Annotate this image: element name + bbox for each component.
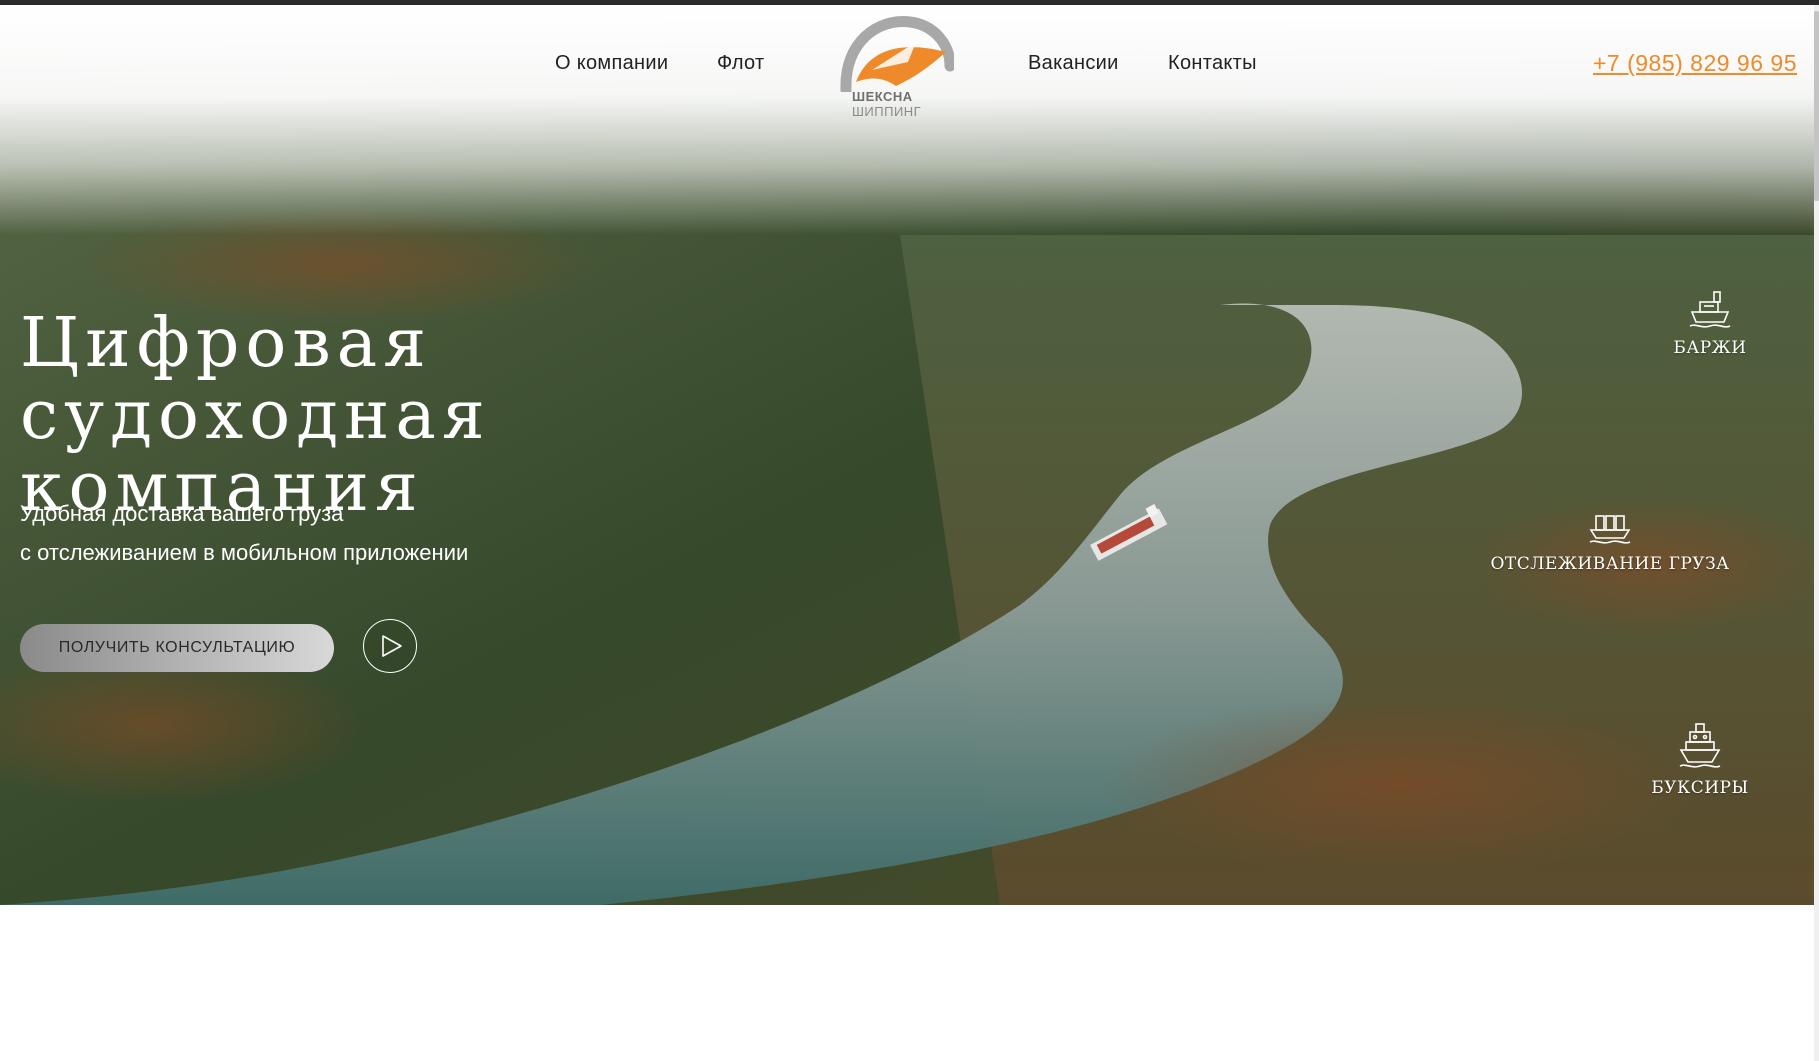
play-video-button[interactable]: [363, 619, 417, 673]
logo-arc-icon: [840, 16, 956, 96]
service-cargo-tracking-label: ОТСЛЕЖИВАНИЕ ГРУЗА: [1490, 554, 1730, 574]
scrollbar-track[interactable]: [1814, 5, 1819, 1061]
hero-title: Цифровая судоходная компания: [20, 308, 920, 524]
barge-icon: [1689, 291, 1731, 328]
service-barges[interactable]: БАРЖИ: [1660, 288, 1760, 358]
scrollbar-thumb[interactable]: [1814, 11, 1819, 201]
hero-subtitle-line2: с отслеживанием в мобильном приложении: [20, 540, 469, 565]
consultation-button[interactable]: ПОЛУЧИТЬ КОНСУЛЬТАЦИЮ: [20, 624, 334, 672]
nav-vacancies[interactable]: Вакансии: [1028, 52, 1119, 75]
company-logo[interactable]: ШЕКСНА ШИППИНГ: [838, 12, 956, 122]
play-icon: [382, 635, 402, 657]
service-cargo-tracking[interactable]: ОТСЛЕЖИВАНИЕ ГРУЗА: [1490, 510, 1730, 574]
hero-subtitle-line1: Удобная доставка вашего груза: [20, 501, 344, 526]
service-tugboats[interactable]: БУКСИРЫ: [1640, 722, 1760, 798]
hero-title-line1: Цифровая судоходная: [20, 304, 491, 455]
phone-link[interactable]: +7 (985) 829 96 95: [1593, 50, 1797, 77]
nav-about[interactable]: О компании: [555, 52, 668, 75]
hero-subtitle: Удобная доставка вашего груза с отслежив…: [20, 494, 620, 572]
service-barges-label: БАРЖИ: [1673, 338, 1747, 358]
service-tugboats-label: БУКСИРЫ: [1651, 778, 1749, 798]
logo-text-line1: ШЕКСНА: [852, 89, 913, 104]
cargo-ship-icon: [1589, 515, 1631, 544]
nav-contacts[interactable]: Контакты: [1168, 52, 1257, 75]
tugboat-icon: [1679, 723, 1721, 768]
logo-text-line2: ШИППИНГ: [852, 104, 922, 119]
nav-fleet[interactable]: Флот: [717, 52, 764, 75]
